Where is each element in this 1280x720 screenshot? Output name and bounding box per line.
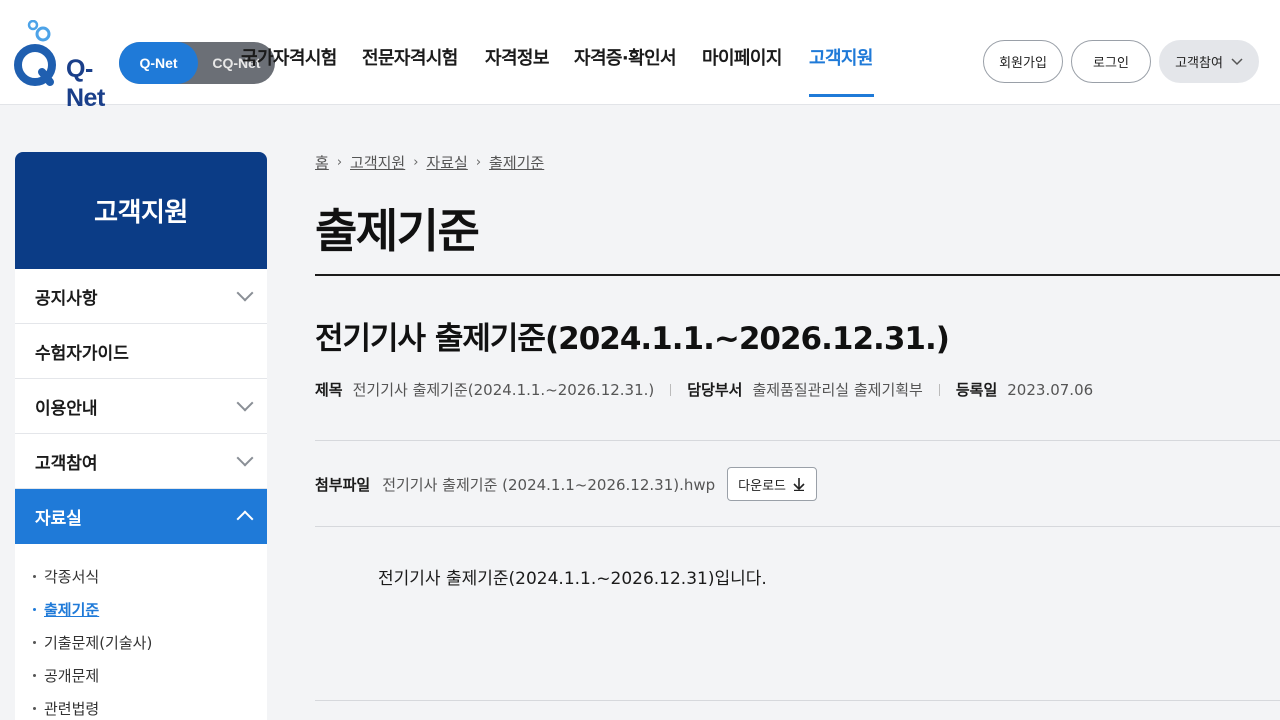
chevron-down-icon — [1231, 57, 1243, 65]
sidebar-item-label: 이용안내 — [35, 398, 98, 419]
bullet-icon — [33, 707, 36, 710]
submenu-item-laws[interactable]: 관련법령 — [33, 692, 267, 720]
meta-divider — [938, 383, 940, 396]
attachment-filename[interactable]: 전기기사 출제기준 (2024.1.1~2026.12.31).hwp — [382, 474, 715, 495]
nav-active-underline — [809, 94, 874, 97]
download-icon — [793, 478, 805, 491]
post-meta: 제목 전기기사 출제기준(2024.1.1.~2026.12.31.) 담당부서… — [315, 379, 1093, 400]
bullet-icon — [33, 608, 36, 611]
chevron-down-icon — [236, 284, 254, 302]
chevron-right-icon: › — [336, 155, 343, 170]
download-label: 다운로드 — [738, 478, 787, 494]
submenu-item-public-exams[interactable]: 공개문제 — [33, 659, 267, 692]
meta-dept-label: 담당부서 — [687, 381, 743, 399]
chevron-right-icon: › — [475, 155, 482, 170]
bullet-icon — [33, 575, 36, 578]
breadcrumb: 홈 › 고객지원 › 자료실 › 출제기준 — [315, 152, 544, 173]
sidebar-item-participation[interactable]: 고객참여 — [15, 434, 267, 489]
meta-dept-value: 출제품질관리실 출제기획부 — [752, 381, 923, 399]
breadcrumb-support[interactable]: 고객지원 — [350, 152, 405, 173]
bullet-icon — [33, 641, 36, 644]
sidebar-title: 고객지원 — [15, 152, 267, 269]
toggle-qnet[interactable]: Q-Net — [119, 42, 198, 84]
participate-label: 고객참여 — [1175, 56, 1223, 71]
meta-subject-value: 전기기사 출제기준(2024.1.1.~2026.12.31.) — [352, 381, 655, 399]
nav-customer-support[interactable]: 고객지원 — [809, 44, 873, 70]
breadcrumb-archive[interactable]: 자료실 — [426, 152, 467, 173]
breadcrumb-current[interactable]: 출제기준 — [489, 152, 544, 173]
sidebar-item-label: 고객참여 — [35, 453, 98, 474]
attachment-row: 첨부파일 전기기사 출제기준 (2024.1.1~2026.12.31).hwp… — [315, 467, 818, 501]
divider — [315, 526, 1280, 527]
sidebar-item-usage[interactable]: 이용안내 — [15, 379, 267, 434]
logo-text: Q-Net — [66, 55, 105, 112]
participate-dropdown[interactable]: 고객참여 — [1159, 40, 1259, 83]
meta-divider — [670, 383, 672, 396]
meta-date-label: 등록일 — [955, 381, 998, 399]
divider — [315, 700, 1280, 701]
title-divider — [315, 274, 1280, 276]
nav-certificate[interactable]: 자격증·확인서 — [574, 44, 677, 70]
divider — [315, 440, 1280, 441]
chevron-up-icon — [236, 510, 254, 528]
chevron-right-icon: › — [413, 155, 419, 170]
chevron-down-icon — [236, 449, 254, 467]
page-title: 출제기준 — [315, 204, 480, 258]
submenu-item-exam-criteria[interactable]: 출제기준 — [33, 593, 267, 626]
nav-national-exam[interactable]: 국가자격시험 — [241, 44, 337, 70]
sidebar-menu: 공지사항 수험자가이드 이용안내 고객참여 자료실 각종서식 출제기준 기출문제… — [15, 269, 267, 720]
submenu-item-forms[interactable]: 각종서식 — [33, 560, 267, 593]
sidebar-item-label: 공지사항 — [35, 288, 98, 309]
sidebar-item-label: 수험자가이드 — [35, 343, 129, 364]
nav-mypage[interactable]: 마이페이지 — [702, 44, 782, 70]
submenu-label: 공개문제 — [44, 667, 100, 685]
nav-professional-exam[interactable]: 전문자격시험 — [362, 44, 458, 70]
sidebar-item-notice[interactable]: 공지사항 — [15, 269, 267, 324]
submenu-label: 출제기준 — [44, 601, 100, 619]
sidebar-item-guide[interactable]: 수험자가이드 — [15, 324, 267, 379]
post-body: 전기기사 출제기준(2024.1.1.~2026.12.31)입니다. — [378, 569, 767, 589]
submenu-item-past-exams[interactable]: 기출문제(기술사) — [33, 626, 267, 659]
submenu-label: 기출문제(기술사) — [44, 634, 153, 652]
submenu-label: 관련법령 — [44, 700, 100, 718]
sidebar-submenu: 각종서식 출제기준 기출문제(기술사) 공개문제 관련법령 — [15, 544, 267, 720]
sidebar-item-label: 자료실 — [35, 508, 82, 529]
qnet-logo[interactable]: Q-Net — [14, 19, 106, 112]
signup-button[interactable]: 회원가입 — [983, 40, 1063, 83]
download-button[interactable]: 다운로드 — [727, 467, 818, 501]
site-header: Q-Net Q-Net CQ-Net 국가자격시험 전문자격시험 자격정보 자격… — [0, 0, 1280, 112]
login-button[interactable]: 로그인 — [1071, 40, 1151, 83]
meta-date-value: 2023.07.06 — [1007, 380, 1094, 399]
sidebar-item-archive[interactable]: 자료실 — [15, 489, 267, 544]
nav-qualification-info[interactable]: 자격정보 — [485, 44, 549, 70]
chevron-down-icon — [236, 394, 254, 412]
attachment-label: 첨부파일 — [315, 475, 371, 494]
bullet-icon — [33, 674, 36, 677]
submenu-label: 각종서식 — [44, 568, 100, 586]
post-title: 전기기사 출제기준(2024.1.1.~2026.12.31.) — [315, 321, 950, 357]
breadcrumb-home[interactable]: 홈 — [315, 152, 329, 173]
meta-subject-label: 제목 — [315, 381, 343, 399]
